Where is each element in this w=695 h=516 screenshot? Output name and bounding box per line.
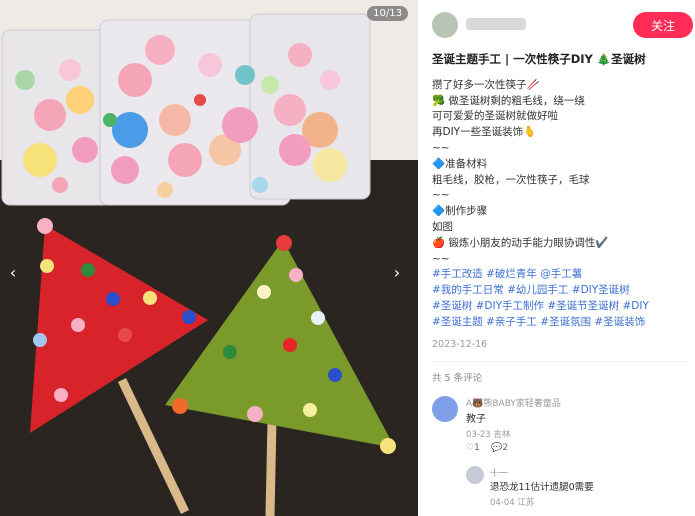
post-tags[interactable]: #我的手工日常 #幼儿园手工 #DIY圣诞树 xyxy=(432,283,687,299)
comment-meta: 03-23 吉林 xyxy=(466,430,511,440)
post-tags[interactable]: #手工改造 #破烂青年 @手工薯 xyxy=(432,267,687,283)
comments-count: 共 5 条评论 xyxy=(432,373,483,384)
reply-text: 退恐龙11估计遗腿0需要 xyxy=(490,482,594,493)
comment-text: 教子 xyxy=(466,414,486,425)
photo-scene xyxy=(0,0,418,516)
post-line: 🍎 锻炼小朋友的动手能力眼协调性✔️ xyxy=(432,236,609,249)
post-line: ~~ xyxy=(432,252,450,265)
next-image-button[interactable]: › xyxy=(388,262,406,284)
follow-button[interactable]: 关注 xyxy=(633,12,693,38)
post-image[interactable]: 10/13 ‹ › xyxy=(0,0,418,516)
divider xyxy=(432,361,687,362)
post-detail-panel: 关注 圣诞主题手工 | 一次性筷子DIY 🎄圣诞树 攒了好多一次性筷子🥢 🥦 做… xyxy=(418,0,695,516)
replier-name[interactable]: 十一 xyxy=(490,466,508,479)
image-counter: 10/13 xyxy=(367,6,408,21)
replier-avatar[interactable] xyxy=(466,466,484,484)
post-tags[interactable]: #圣诞主题 #亲子手工 #圣诞氛围 #圣诞装饰 xyxy=(432,315,687,331)
post-content: 圣诞主题手工 | 一次性筷子DIY 🎄圣诞树 攒了好多一次性筷子🥢 🥦 做圣诞树… xyxy=(432,52,687,352)
commenter-avatar[interactable] xyxy=(432,396,458,422)
post-line: ~~ xyxy=(432,189,450,202)
author-avatar[interactable] xyxy=(432,12,458,38)
post-line: 🔷制作步骤 xyxy=(432,205,488,218)
prev-image-button[interactable]: ‹ xyxy=(4,262,22,284)
post-line: 🥦 做圣诞树剩的粗毛线，绕一绕 xyxy=(432,94,585,107)
author-header: 关注 xyxy=(432,10,693,40)
post-line: ~~ xyxy=(432,141,450,154)
post-date: 2023-12-16 xyxy=(432,338,488,350)
author-name[interactable] xyxy=(466,18,526,30)
reply-button[interactable]: 💬2 xyxy=(491,443,508,453)
post-line: 攒了好多一次性筷子🥢 xyxy=(432,78,540,91)
post-line: 🔷准备材料 xyxy=(432,157,488,170)
reply-meta: 04-04 江苏 xyxy=(490,498,535,508)
like-button[interactable]: ♡1 xyxy=(466,443,480,453)
post-line: 粗毛线，胶枪，一次性筷子，毛球 xyxy=(432,173,590,186)
post-line: 可可爱爱的圣诞树就做好啦 xyxy=(432,110,558,123)
comment-actions: ♡1 💬2 xyxy=(466,443,508,453)
post-tags[interactable]: #圣诞树 #DIY手工制作 #圣诞节圣诞树 #DIY xyxy=(432,299,687,315)
post-title: 圣诞主题手工 | 一次性筷子DIY 🎄圣诞树 xyxy=(432,52,646,66)
post-line: 再DIY一些圣诞装饰🫰 xyxy=(432,126,537,139)
post-line: 如图 xyxy=(432,220,453,233)
commenter-name[interactable]: A🐻熊BABY家轻奢童品 xyxy=(466,396,561,409)
